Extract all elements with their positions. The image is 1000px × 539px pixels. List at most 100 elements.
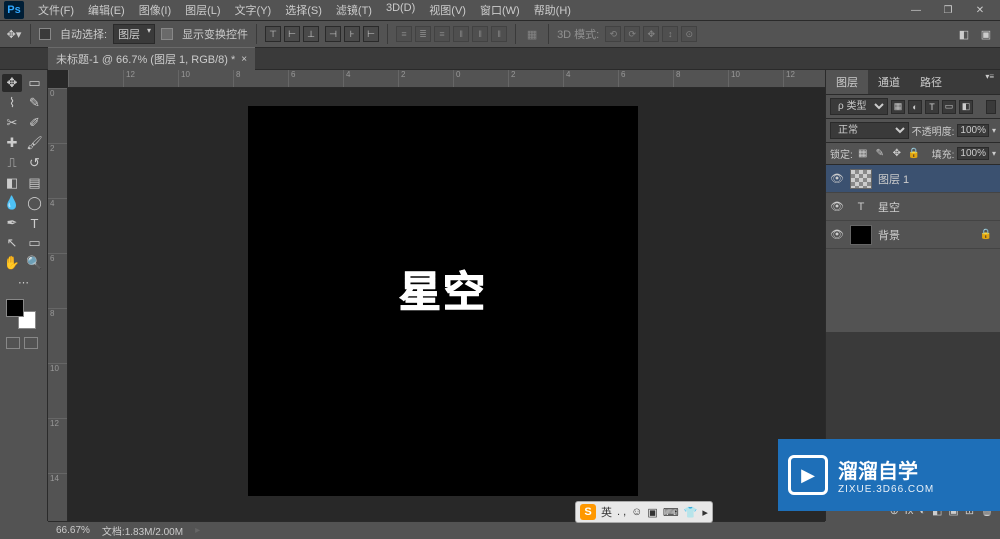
foreground-color[interactable] xyxy=(6,299,24,317)
maximize-button[interactable]: ❐ xyxy=(936,3,960,17)
ime-input-icon[interactable]: ▣ xyxy=(647,506,657,519)
eyedropper-tool[interactable]: ✐ xyxy=(25,114,45,132)
path-select-tool[interactable]: ↖ xyxy=(2,234,22,252)
lasso-tool[interactable]: ⌇ xyxy=(2,94,22,112)
show-transform-checkbox[interactable] xyxy=(161,28,173,40)
layer-row[interactable]: 👁 T 星空 xyxy=(826,193,1000,221)
layer-row[interactable]: 👁 图层 1 xyxy=(826,165,1000,193)
zoom-tool[interactable]: 🔍 xyxy=(25,254,45,272)
layer-thumb[interactable] xyxy=(850,225,872,245)
dist-top-icon[interactable]: ≡ xyxy=(396,26,412,42)
gradient-tool[interactable]: ▤ xyxy=(25,174,45,192)
tab-paths[interactable]: 路径 xyxy=(910,70,952,94)
history-brush-tool[interactable]: ↺ xyxy=(25,154,45,172)
opacity-value[interactable]: 100% xyxy=(957,124,989,137)
lock-position-icon[interactable]: ✎ xyxy=(873,147,887,161)
ime-punct-icon[interactable]: . , xyxy=(617,506,626,518)
shape-tool[interactable]: ▭ xyxy=(25,234,45,252)
menu-edit[interactable]: 编辑(E) xyxy=(82,0,131,20)
text-layer-icon[interactable]: T xyxy=(850,197,872,217)
lock-move-icon[interactable]: ✥ xyxy=(890,147,904,161)
visibility-icon[interactable]: 👁 xyxy=(830,200,844,213)
canvas[interactable]: 星空 xyxy=(248,106,638,496)
lock-pixels-icon[interactable]: ▦ xyxy=(856,147,870,161)
status-arrow-icon[interactable]: ▸ xyxy=(195,525,200,536)
layer-thumb[interactable] xyxy=(850,169,872,189)
filter-smart-icon[interactable]: ◧ xyxy=(959,100,973,114)
blur-tool[interactable]: 💧 xyxy=(2,194,22,212)
clone-tool[interactable]: ⎍ xyxy=(2,154,22,172)
roll-icon[interactable]: ⟳ xyxy=(624,26,640,42)
dist-right-icon[interactable]: ‖ xyxy=(491,26,507,42)
filter-type-icon[interactable]: T xyxy=(925,100,939,114)
menu-image[interactable]: 图像(I) xyxy=(133,0,177,20)
auto-select-mode[interactable]: 图层 xyxy=(113,24,155,44)
menu-file[interactable]: 文件(F) xyxy=(32,0,80,20)
menu-3d[interactable]: 3D(D) xyxy=(380,0,421,20)
menu-filter[interactable]: 滤镜(T) xyxy=(330,0,378,20)
move-tool[interactable]: ✥ xyxy=(2,74,22,92)
ime-toolbar[interactable]: S 英 . , ☺ ▣ ⌨ 👕 ▸ xyxy=(575,501,713,523)
pan-icon[interactable]: ✥ xyxy=(643,26,659,42)
auto-select-checkbox[interactable] xyxy=(39,28,51,40)
zoom-icon[interactable]: ⊙ xyxy=(681,26,697,42)
doc-size[interactable]: 文档:1.83M/2.00M xyxy=(102,523,183,538)
workspace-icon[interactable]: ◧ xyxy=(956,26,972,42)
auto-align-icon[interactable]: ▦ xyxy=(524,26,540,42)
filter-shape-icon[interactable]: ▭ xyxy=(942,100,956,114)
menu-select[interactable]: 选择(S) xyxy=(279,0,328,20)
dist-hcenter-icon[interactable]: ‖ xyxy=(472,26,488,42)
align-vcenter-icon[interactable]: ⊢ xyxy=(284,26,300,42)
layer-filter-select[interactable]: ρ 类型 xyxy=(830,98,888,115)
visibility-icon[interactable]: 👁 xyxy=(830,228,844,241)
eraser-tool[interactable]: ◧ xyxy=(2,174,22,192)
fill-value[interactable]: 100% xyxy=(957,147,989,160)
layer-name[interactable]: 图层 1 xyxy=(878,171,996,187)
ime-menu-icon[interactable]: ▸ xyxy=(702,506,708,519)
orbit-icon[interactable]: ⟲ xyxy=(605,26,621,42)
panel-menu-icon[interactable]: ▾≡ xyxy=(979,70,1000,94)
crop-tool[interactable]: ✂ xyxy=(2,114,22,132)
visibility-icon[interactable]: 👁 xyxy=(830,172,844,185)
align-top-icon[interactable]: ⊤ xyxy=(265,26,281,42)
zoom-level[interactable]: 66.67% xyxy=(56,525,90,536)
ruler-horizontal[interactable]: 12 10 8 6 4 2 0 2 4 6 8 10 12 xyxy=(68,70,825,88)
dist-bottom-icon[interactable]: ≡ xyxy=(434,26,450,42)
align-right-icon[interactable]: ⊢ xyxy=(363,26,379,42)
ime-keyboard-icon[interactable]: ⌨ xyxy=(663,506,679,519)
align-hcenter-icon[interactable]: ⊦ xyxy=(344,26,360,42)
quick-select-tool[interactable]: ✎ xyxy=(25,94,45,112)
ime-emoji-icon[interactable]: ☺ xyxy=(631,506,642,518)
standard-mode-icon[interactable] xyxy=(6,337,20,349)
minimize-button[interactable]: — xyxy=(904,3,928,17)
filter-adjust-icon[interactable]: ◐ xyxy=(908,100,922,114)
filter-switch[interactable] xyxy=(986,100,996,114)
doc-tab-close-icon[interactable]: × xyxy=(241,54,247,65)
align-bottom-icon[interactable]: ⊥ xyxy=(303,26,319,42)
hand-tool[interactable]: ✋ xyxy=(2,254,22,272)
pen-tool[interactable]: ✒ xyxy=(2,214,22,232)
screenmode-icon[interactable]: ▣ xyxy=(978,26,994,42)
menu-type[interactable]: 文字(Y) xyxy=(229,0,278,20)
quickmask-mode-icon[interactable] xyxy=(24,337,38,349)
dist-vcenter-icon[interactable]: ≣ xyxy=(415,26,431,42)
blend-mode-select[interactable]: 正常 xyxy=(830,122,909,139)
layer-name[interactable]: 星空 xyxy=(878,199,996,215)
menu-view[interactable]: 视图(V) xyxy=(423,0,472,20)
canvas-text[interactable]: 星空 xyxy=(399,258,487,319)
doc-tab[interactable]: 未标题-1 @ 66.7% (图层 1, RGB/8) * × xyxy=(48,47,255,70)
healing-tool[interactable]: ✚ xyxy=(2,134,22,152)
menu-window[interactable]: 窗口(W) xyxy=(474,0,526,20)
slide-icon[interactable]: ↕ xyxy=(662,26,678,42)
tab-layers[interactable]: 图层 xyxy=(826,70,868,94)
color-swatch[interactable] xyxy=(6,299,36,329)
layer-row[interactable]: 👁 背景 🔒 xyxy=(826,221,1000,249)
move-tool-icon[interactable]: ✥▾ xyxy=(6,26,22,42)
ruler-vertical[interactable]: 0 2 4 6 8 10 12 14 xyxy=(48,88,68,521)
toolbox-more-icon[interactable]: ⋯ xyxy=(2,276,45,289)
filter-pixel-icon[interactable]: ▦ xyxy=(891,100,905,114)
type-tool[interactable]: T xyxy=(25,214,45,232)
menu-layer[interactable]: 图层(L) xyxy=(179,0,226,20)
menu-help[interactable]: 帮助(H) xyxy=(528,0,577,20)
ime-logo-icon[interactable]: S xyxy=(580,504,596,520)
